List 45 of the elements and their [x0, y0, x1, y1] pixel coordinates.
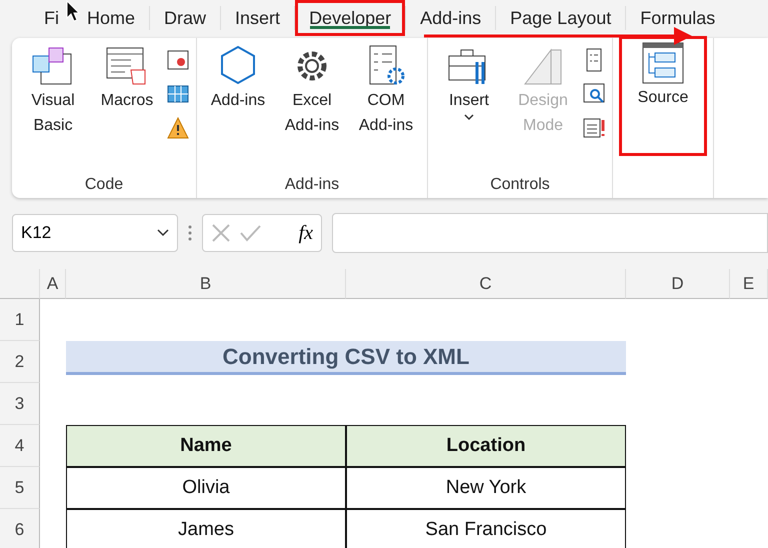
ribbon-tab[interactable]: Developer — [295, 0, 406, 36]
chevron-down-icon — [157, 229, 169, 237]
group-label: Add-ins — [284, 176, 340, 194]
group-label: Code — [84, 176, 124, 194]
dialog-error-icon[interactable] — [582, 116, 606, 140]
formula-input[interactable] — [332, 213, 768, 253]
table-cell: Olivia — [66, 467, 346, 509]
header-cell: Name — [66, 425, 346, 467]
column-header[interactable]: C — [346, 269, 626, 299]
row-header[interactable]: 5 — [0, 467, 40, 509]
warning-icon[interactable] — [166, 116, 190, 140]
ribbon-button[interactable]: Insert — [434, 44, 504, 176]
table-cell: James — [66, 509, 346, 548]
table-cell: New York — [346, 467, 626, 509]
source-pane-icon — [641, 41, 685, 85]
ribbon-button[interactable]: Source — [628, 41, 698, 110]
ribbon-button[interactable]: COM Add-ins — [351, 44, 421, 176]
title-cell: Converting CSV to XML — [66, 341, 626, 375]
table-cell: San Francisco — [346, 509, 626, 548]
ribbon-button[interactable]: Macros — [92, 44, 162, 176]
row-header[interactable]: 3 — [0, 383, 40, 425]
more-icon — [188, 225, 192, 241]
ribbon-button[interactable]: Visual Basic — [18, 44, 88, 176]
function-button[interactable]: fx — [298, 222, 313, 244]
column-header[interactable]: A — [40, 269, 66, 299]
check-icon[interactable] — [239, 224, 261, 242]
record-icon[interactable] — [166, 48, 190, 72]
group-label: Controls — [489, 176, 551, 194]
column-header[interactable]: B — [66, 269, 346, 299]
ribbon-tab[interactable]: Draw — [150, 0, 220, 36]
row-header[interactable]: 2 — [0, 341, 40, 383]
ribbon-button[interactable]: Add-ins — [203, 44, 273, 176]
name-box[interactable]: K12 — [12, 214, 178, 252]
ribbon-tab[interactable]: Page Layout — [496, 0, 626, 36]
column-header[interactable]: D — [626, 269, 730, 299]
ribbon-tab[interactable]: Add-ins — [406, 0, 496, 36]
row-header[interactable]: 4 — [0, 425, 40, 467]
ribbon-button[interactable]: Excel Add-ins — [277, 44, 347, 176]
ribbon-tab[interactable]: Formulas — [626, 0, 730, 36]
row-header[interactable]: 6 — [0, 509, 40, 548]
caret-icon — [463, 113, 475, 121]
column-header[interactable]: E — [730, 269, 768, 299]
ribbon-tab[interactable]: Insert — [221, 0, 294, 36]
header-cell: Location — [346, 425, 626, 467]
row-header[interactable]: 1 — [0, 299, 40, 341]
